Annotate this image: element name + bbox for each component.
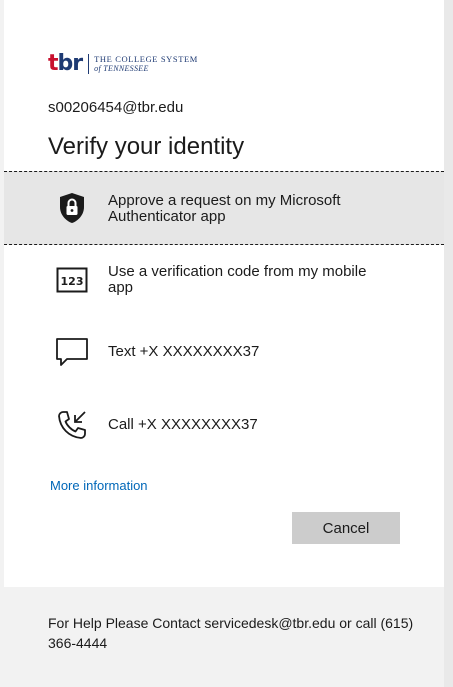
message-icon	[52, 332, 92, 372]
account-email: s00206454@tbr.edu	[48, 99, 184, 116]
logo-text: THE COLLEGE SYSTEM of TENNESSEE	[94, 54, 198, 74]
option-verification-code[interactable]: 123 Use a verification code from my mobi…	[4, 245, 444, 315]
sign-in-page: t br THE COLLEGE SYSTEM of TENNESSEE s002…	[0, 0, 453, 687]
help-text: For Help Please Contact servicedesk@tbr.…	[48, 615, 414, 651]
svg-text:123: 123	[61, 275, 84, 288]
tbr-logo: t br THE COLLEGE SYSTEM of TENNESSEE	[48, 52, 198, 76]
logo-mark: t br	[48, 51, 83, 76]
option-phone-call[interactable]: Call +X XXXXXXXX37	[4, 389, 444, 461]
option-text-message[interactable]: Text +X XXXXXXXX37	[4, 315, 444, 389]
option-authenticator-approve[interactable]: Approve a request on my Microsoft Authen…	[4, 171, 444, 245]
more-information-link[interactable]: More information	[50, 478, 148, 493]
logo-divider	[88, 54, 90, 74]
page-background-edge	[444, 0, 453, 687]
footer: For Help Please Contact servicedesk@tbr.…	[4, 587, 444, 687]
page-title: Verify your identity	[48, 133, 245, 160]
code-123-icon: 123	[52, 260, 92, 300]
cancel-button[interactable]: Cancel	[292, 512, 400, 544]
phone-call-icon	[52, 405, 92, 445]
option-label: Text +X XXXXXXXX37	[108, 343, 260, 360]
option-label: Call +X XXXXXXXX37	[108, 416, 258, 433]
lock-shield-icon	[52, 188, 92, 228]
option-label: Use a verification code from my mobile a…	[108, 263, 367, 296]
option-label: Approve a request on my Microsoft Authen…	[108, 192, 341, 225]
